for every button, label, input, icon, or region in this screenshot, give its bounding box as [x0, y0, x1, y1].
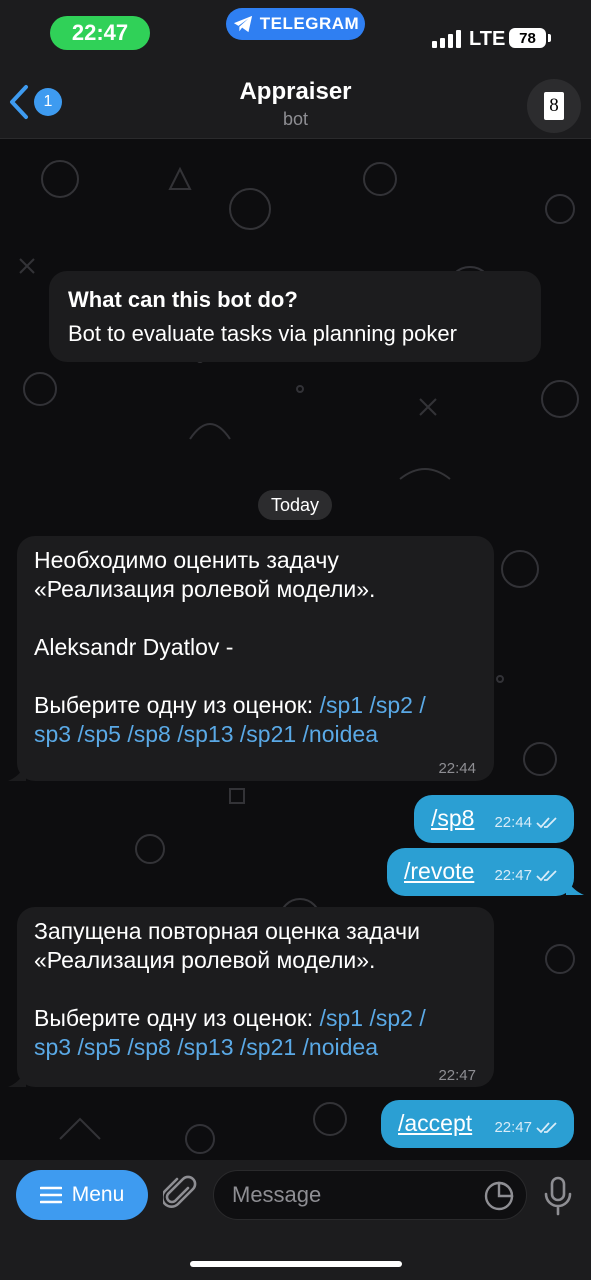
- network-label: LTE: [469, 28, 506, 50]
- outgoing-message[interactable]: /accept 22:47: [381, 1100, 574, 1148]
- command-link-sp13[interactable]: /sp13: [177, 1034, 233, 1060]
- chat-area[interactable]: What can this bot do? Bot to evaluate ta…: [0, 139, 591, 1160]
- message-text: Запущена повторная оценка задачи «Реализ…: [34, 917, 426, 1062]
- command-link-sp13[interactable]: /sp13: [177, 721, 233, 747]
- signal-icon: [432, 30, 461, 48]
- command-link-sp8[interactable]: /sp8: [127, 721, 170, 747]
- message-text[interactable]: /accept: [398, 1110, 472, 1137]
- message-line: Необходимо оценить задачу: [34, 547, 339, 573]
- incoming-message[interactable]: Запущена повторная оценка задачи «Реализ…: [17, 907, 494, 1087]
- double-check-icon: [536, 1121, 557, 1133]
- telegram-pill-label: TELEGRAM: [259, 14, 360, 33]
- command-link-noidea[interactable]: /noidea: [303, 721, 378, 747]
- bubble-tail: [8, 764, 26, 781]
- command-link-sp3[interactable]: sp3: [34, 721, 71, 747]
- incoming-message[interactable]: Необходимо оценить задачу «Реализация ро…: [17, 536, 494, 781]
- message-meta: 22:47: [494, 1119, 558, 1136]
- bot-intro-card: What can this bot do? Bot to evaluate ta…: [49, 271, 541, 362]
- message-time: 22:44: [494, 814, 532, 831]
- message-time: 22:44: [438, 760, 476, 777]
- home-indicator[interactable]: [190, 1261, 402, 1267]
- command-link-slash[interactable]: /: [419, 692, 425, 718]
- chat-title[interactable]: Appraiser: [0, 78, 591, 106]
- telegram-pill[interactable]: TELEGRAM: [226, 8, 365, 40]
- message-line: «Реализация ролевой модели».: [34, 576, 376, 602]
- command-link-slash[interactable]: /: [419, 1005, 425, 1031]
- message-line: «Реализация ролевой модели».: [34, 947, 376, 973]
- bot-avatar[interactable]: 8: [527, 79, 581, 133]
- sticker-icon[interactable]: [483, 1180, 515, 1212]
- message-line: Запущена повторная оценка задачи: [34, 918, 420, 944]
- command-link-sp2[interactable]: /sp2: [369, 692, 412, 718]
- paperclip-icon[interactable]: [163, 1174, 197, 1214]
- playing-card-icon: 8: [544, 92, 564, 120]
- date-separator: Today: [258, 490, 332, 520]
- command-link-sp3[interactable]: sp3: [34, 1034, 71, 1060]
- menu-button-label: Menu: [71, 1183, 125, 1206]
- command-link-sp21[interactable]: /sp21: [240, 721, 296, 747]
- bot-intro-title: What can this bot do?: [68, 287, 298, 312]
- double-check-icon: [536, 816, 557, 828]
- message-meta: 22:47: [494, 867, 558, 884]
- command-link-sp5[interactable]: /sp5: [77, 1034, 120, 1060]
- outgoing-message[interactable]: /sp8 22:44: [414, 795, 574, 843]
- command-link-noidea[interactable]: /noidea: [303, 1034, 378, 1060]
- message-meta: 22:44: [494, 814, 558, 831]
- bot-intro-text: Bot to evaluate tasks via planning poker: [68, 321, 457, 346]
- command-link-sp21[interactable]: /sp21: [240, 1034, 296, 1060]
- bubble-tail: [566, 878, 584, 895]
- command-link-sp8[interactable]: /sp8: [127, 1034, 170, 1060]
- message-text[interactable]: /sp8: [431, 805, 474, 832]
- message-time: 22:47: [494, 1119, 532, 1136]
- chat-subtitle: bot: [282, 109, 309, 129]
- microphone-icon[interactable]: [542, 1176, 574, 1216]
- message-input[interactable]: [213, 1170, 527, 1220]
- status-bar: 22:47 TELEGRAM LTE 78: [0, 0, 591, 66]
- status-time[interactable]: 22:47: [50, 16, 150, 50]
- battery-icon: 78: [509, 28, 551, 48]
- chat-header: 1 Appraiser bot: [0, 66, 591, 139]
- message-line: Aleksandr Dyatlov -: [34, 634, 234, 660]
- command-link-sp2[interactable]: /sp2: [369, 1005, 412, 1031]
- message-text: Необходимо оценить задачу «Реализация ро…: [34, 546, 426, 749]
- bubble-tail: [8, 1070, 26, 1087]
- menu-button[interactable]: Menu: [16, 1170, 148, 1220]
- message-line: Выберите одну из оценок:: [34, 1005, 320, 1031]
- command-link-sp1[interactable]: /sp1: [320, 692, 363, 718]
- command-link-sp1[interactable]: /sp1: [320, 1005, 363, 1031]
- command-link-sp5[interactable]: /sp5: [77, 721, 120, 747]
- telegram-icon: [233, 15, 252, 33]
- hamburger-icon: [39, 1186, 62, 1204]
- message-time: 22:47: [494, 867, 532, 884]
- message-text[interactable]: /revote: [404, 858, 474, 885]
- message-time: 22:47: [438, 1067, 476, 1084]
- outgoing-message[interactable]: /revote 22:47: [387, 848, 574, 896]
- double-check-icon: [536, 869, 557, 881]
- message-line: Выберите одну из оценок:: [34, 692, 320, 718]
